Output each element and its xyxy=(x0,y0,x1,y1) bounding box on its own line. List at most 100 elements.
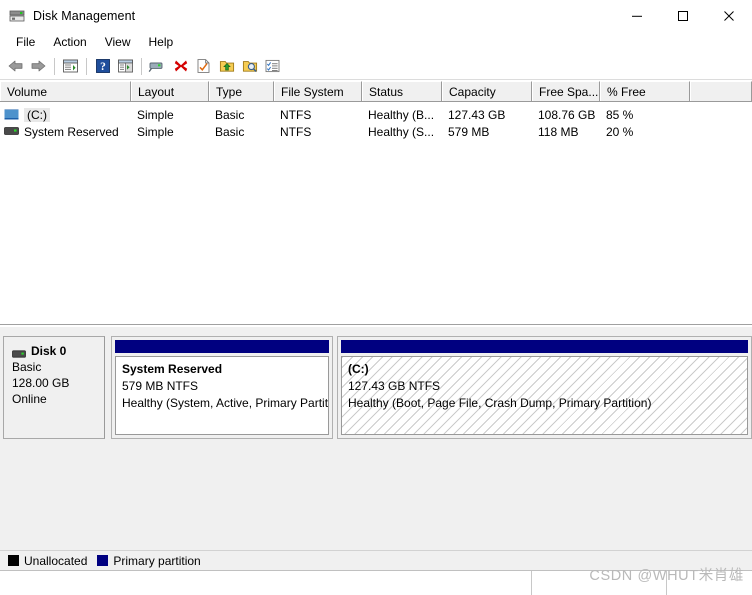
toolbar: ? xyxy=(0,53,752,80)
menu-bar: File Action View Help xyxy=(0,31,752,53)
partition-strip: System Reserved 579 MB NTFS Healthy (Sys… xyxy=(111,336,752,439)
question-mark-icon: ? xyxy=(95,59,110,73)
cell-free-space: 108.76 GB xyxy=(538,107,596,122)
cell-file-system: NTFS xyxy=(280,107,312,122)
minimize-button[interactable] xyxy=(614,0,660,31)
column-header-percent-free[interactable]: % Free xyxy=(600,81,690,101)
partition-health: Healthy (Boot, Page File, Crash Dump, Pr… xyxy=(348,396,652,410)
legend-primary-partition-label: Primary partition xyxy=(113,553,201,568)
cell-type: Basic xyxy=(215,107,245,122)
column-header-capacity[interactable]: Capacity xyxy=(442,81,532,101)
column-header-volume[interactable]: Volume xyxy=(0,81,131,101)
properties-button[interactable] xyxy=(192,55,215,77)
column-header-layout[interactable]: Layout xyxy=(131,81,209,101)
cell-layout: Simple xyxy=(137,107,174,122)
checked-page-icon xyxy=(197,59,210,73)
window-controls xyxy=(614,0,752,31)
volume-drive-selected-icon xyxy=(4,109,19,120)
cell-percent-free: 85 % xyxy=(606,107,634,122)
cell-volume: (C:) xyxy=(0,106,131,123)
partition-size: 579 MB NTFS xyxy=(122,379,199,393)
partition-color-bar xyxy=(341,340,748,353)
partition-title: (C:) xyxy=(348,362,369,376)
legend-swatch-unallocated-icon xyxy=(8,555,19,566)
column-header-type[interactable]: Type xyxy=(209,81,274,101)
forward-button[interactable] xyxy=(27,55,50,77)
rescan-disks-button[interactable] xyxy=(146,55,169,77)
legend-unallocated: Unallocated xyxy=(8,554,87,568)
partition-details: (C:) 127.43 GB NTFS Healthy (Boot, Page … xyxy=(341,356,748,435)
back-arrow-icon xyxy=(8,60,23,72)
cell-type: Basic xyxy=(215,124,245,139)
cell-file-system: NTFS xyxy=(280,124,312,139)
search-folder-button[interactable] xyxy=(238,55,261,77)
red-x-icon xyxy=(174,60,187,72)
disk-type: Basic xyxy=(12,360,42,374)
column-header-file-system[interactable]: File System xyxy=(274,81,362,101)
console-tree-icon xyxy=(118,59,133,73)
partition-health: Healthy (System, Active, Primary Partiti… xyxy=(122,396,329,410)
up-one-level-button[interactable] xyxy=(59,55,82,77)
cell-volume-label: (C:) xyxy=(24,107,50,122)
checklist-icon xyxy=(265,59,280,73)
table-row-system-reserved[interactable]: System Reserved Simple Basic NTFS Health… xyxy=(0,123,752,140)
cell-layout: Simple xyxy=(137,124,174,139)
new-volume-button[interactable] xyxy=(215,55,238,77)
menu-help[interactable]: Help xyxy=(140,33,183,51)
legend-primary-partition: Primary partition xyxy=(97,553,201,568)
list-view-button[interactable] xyxy=(261,55,284,77)
cell-capacity: 127.43 GB xyxy=(448,107,506,122)
disk-drive-icon xyxy=(148,62,163,72)
volume-list-pane: Volume Layout Type File System Status Ca… xyxy=(0,81,752,325)
help-button[interactable]: ? xyxy=(91,55,114,77)
partition-system-reserved[interactable]: System Reserved 579 MB NTFS Healthy (Sys… xyxy=(111,336,333,439)
cell-status: Healthy (S... xyxy=(368,124,435,139)
disk-name: Disk 0 xyxy=(31,344,67,358)
svg-text:?: ? xyxy=(100,61,106,73)
column-header-free-space[interactable]: Free Spa... xyxy=(532,81,600,101)
folder-up-arrow-icon xyxy=(219,61,234,72)
partition-c[interactable]: (C:) 127.43 GB NTFS Healthy (Boot, Page … xyxy=(337,336,752,439)
partition-details: System Reserved 579 MB NTFS Healthy (Sys… xyxy=(115,356,329,435)
delete-button[interactable] xyxy=(169,55,192,77)
maximize-button[interactable] xyxy=(660,0,706,31)
disk-management-icon xyxy=(9,8,25,24)
disk-capacity: 128.00 GB xyxy=(12,376,70,390)
back-button[interactable] xyxy=(4,55,27,77)
cell-volume: System Reserved xyxy=(0,123,131,140)
window-title: Disk Management xyxy=(33,8,136,23)
volume-list-header: Volume Layout Type File System Status Ca… xyxy=(0,81,752,102)
volume-list-body: (C:) Simple Basic NTFS Healthy (B... 127… xyxy=(0,106,752,140)
partition-title: System Reserved xyxy=(122,362,223,376)
disk-status: Online xyxy=(12,392,47,406)
disk-title: Disk 0 xyxy=(12,343,104,359)
column-header-status[interactable]: Status xyxy=(362,81,442,101)
volume-drive-icon xyxy=(4,126,19,137)
cell-free-space: 118 MB xyxy=(538,124,579,139)
title-bar: Disk Management xyxy=(0,0,752,31)
up-folder-icon xyxy=(63,59,78,73)
legend-unallocated-label: Unallocated xyxy=(24,553,88,568)
status-segment-secondary xyxy=(532,571,667,595)
menu-view[interactable]: View xyxy=(96,33,140,51)
table-row-c[interactable]: (C:) Simple Basic NTFS Healthy (B... 127… xyxy=(0,106,752,123)
partition-size: 127.43 GB NTFS xyxy=(348,379,441,393)
forward-arrow-icon xyxy=(31,60,46,72)
cell-capacity: 579 MB xyxy=(448,124,490,139)
disk-graphical-pane: Disk 0 Basic 128.00 GB Online System Res… xyxy=(0,326,752,550)
column-header-filler[interactable] xyxy=(690,81,752,101)
disk-info-panel[interactable]: Disk 0 Basic 128.00 GB Online xyxy=(3,336,105,439)
partition-color-bar xyxy=(115,340,329,353)
disk-drive-icon xyxy=(12,347,26,358)
cell-status: Healthy (B... xyxy=(368,107,435,122)
menu-action[interactable]: Action xyxy=(44,33,95,51)
disk-row-0: Disk 0 Basic 128.00 GB Online System Res… xyxy=(3,336,752,439)
close-button[interactable] xyxy=(706,0,752,31)
toolbar-separator-1 xyxy=(54,57,55,75)
legend-bar: Unallocated Primary partition xyxy=(0,550,752,570)
folder-magnifier-icon xyxy=(242,61,257,73)
toolbar-separator-2 xyxy=(86,57,87,75)
cell-volume-label: System Reserved xyxy=(24,124,119,139)
menu-file[interactable]: File xyxy=(7,33,44,51)
show-hide-console-tree-button[interactable] xyxy=(114,55,137,77)
